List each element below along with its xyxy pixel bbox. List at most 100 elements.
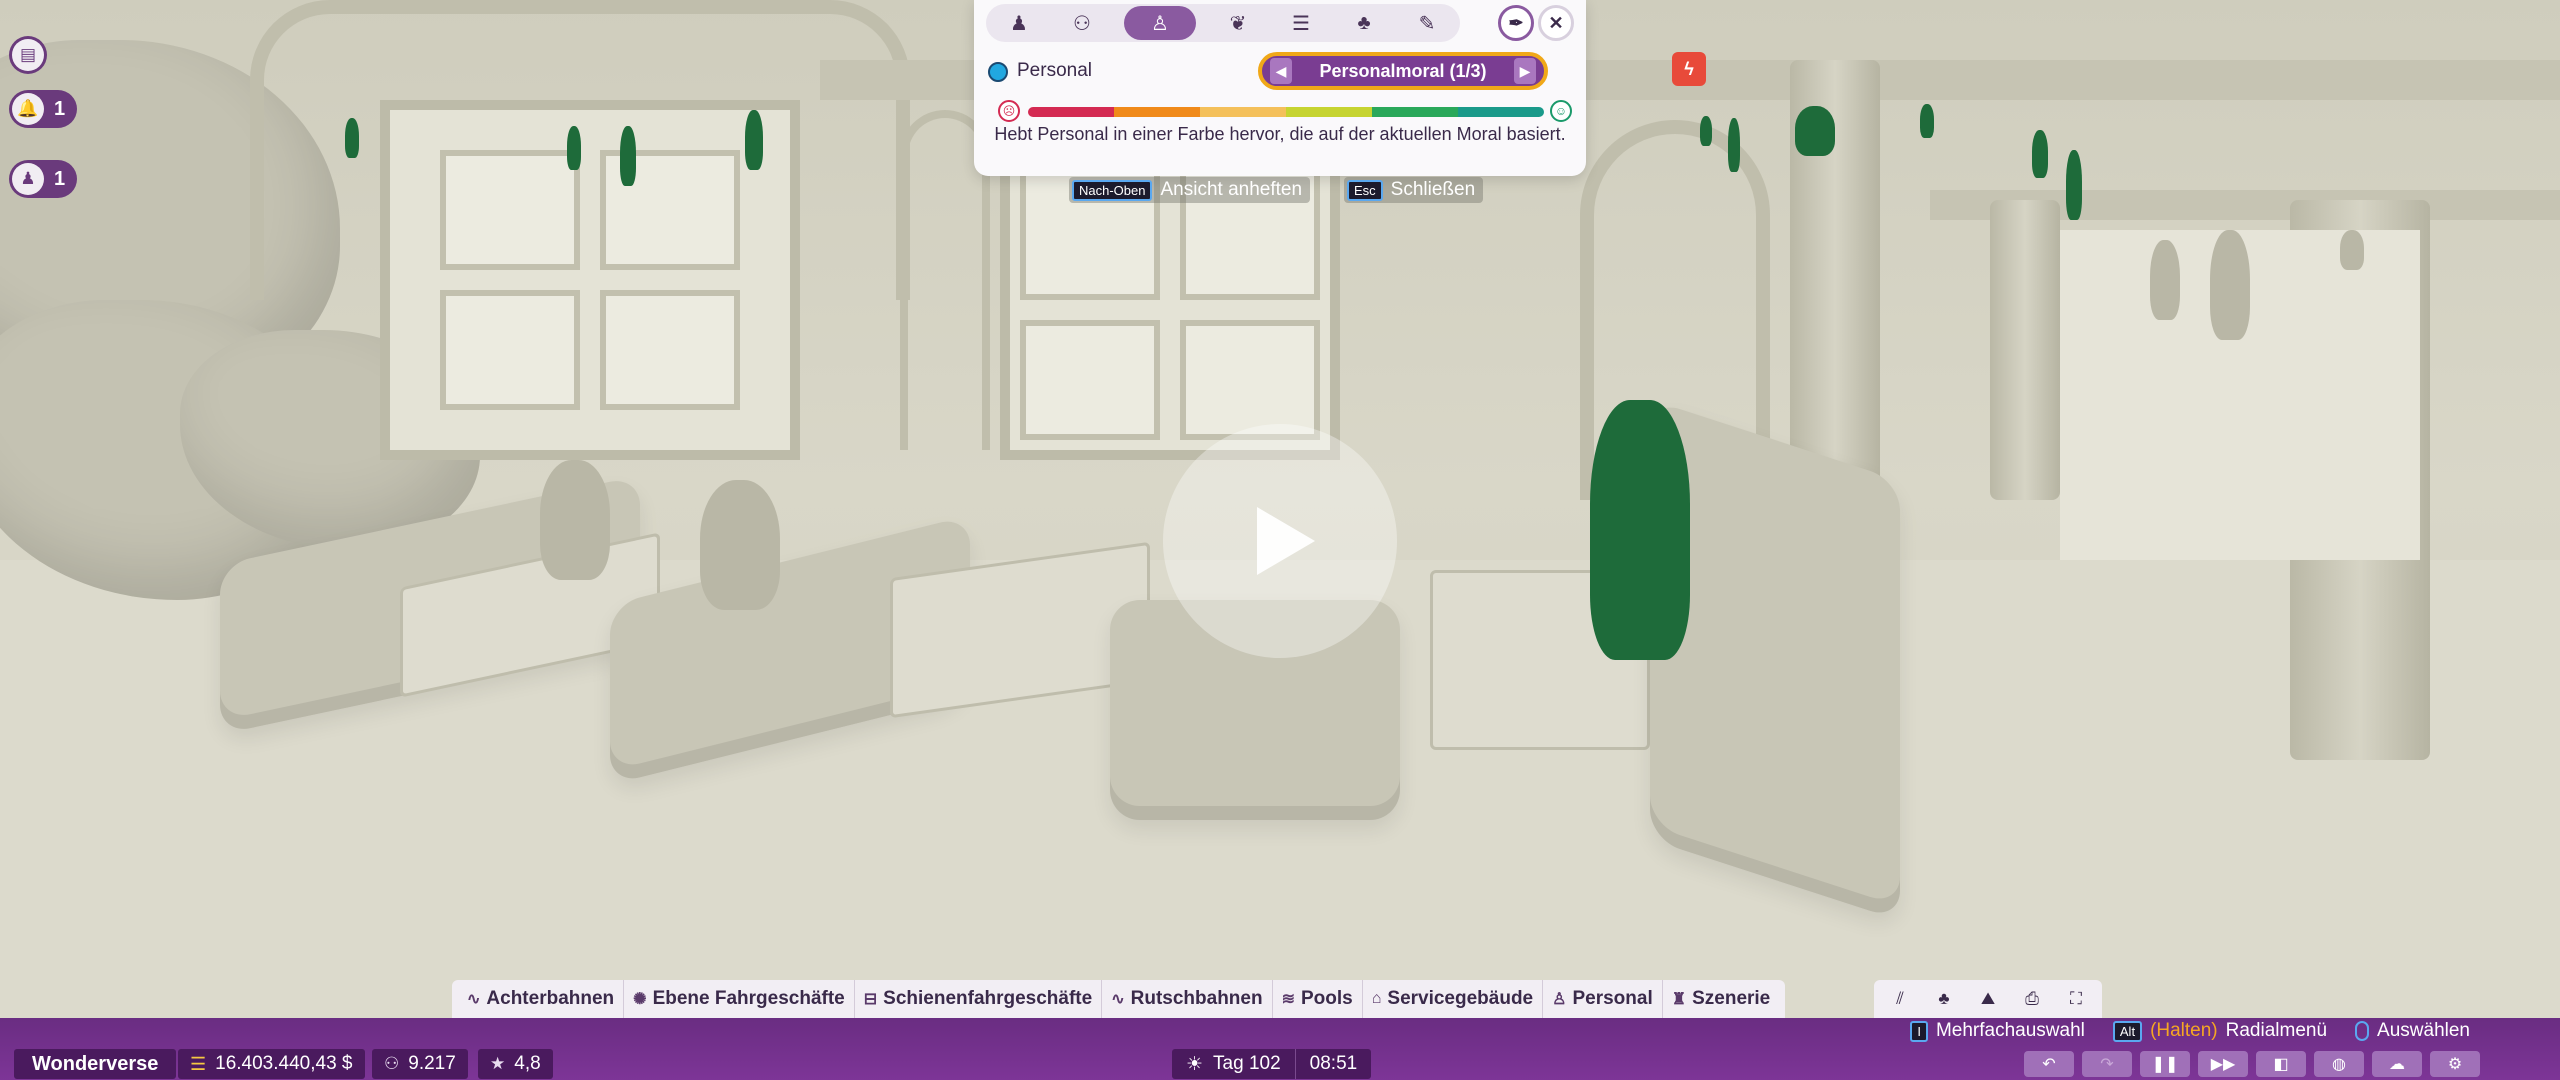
staff-member[interactable] <box>1795 106 1835 156</box>
scene-window-pane <box>440 290 580 410</box>
tree-tool[interactable]: ♣ <box>1924 984 1964 1014</box>
sad-face-icon: ☹ <box>998 100 1020 122</box>
tab-staff[interactable]: ♙ <box>1124 6 1196 40</box>
pin-hint-label: Ansicht anheften <box>1160 179 1303 200</box>
guest-figure <box>2150 240 2180 320</box>
pause-button[interactable]: ❚❚ <box>2140 1051 2190 1077</box>
scene-window-pane <box>440 150 580 270</box>
guests-display[interactable]: ⚇ 9.217 <box>372 1049 468 1079</box>
terrain-tool[interactable]: ⛰ <box>1968 984 2008 1014</box>
mouse-icon <box>2355 1021 2370 1041</box>
rating-display[interactable]: ★ 4,8 <box>478 1049 553 1079</box>
undo-button[interactable]: ↶ <box>2024 1051 2074 1077</box>
staff-icon: ♟ <box>12 163 44 195</box>
staff-member[interactable] <box>1920 104 1934 138</box>
staff-member[interactable] <box>745 110 763 170</box>
date-time-display[interactable]: ☀ Tag 102 08:51 <box>1172 1049 1372 1079</box>
world-button[interactable]: ◍ <box>2314 1051 2364 1077</box>
category-label: Achterbahnen <box>486 988 615 1009</box>
pin-button[interactable]: ✒ <box>1498 5 1534 41</box>
staff-member[interactable] <box>567 126 581 170</box>
coaster-icon: ∿ <box>467 991 481 1008</box>
scale-segment <box>1114 107 1200 117</box>
pin-icon: ✒ <box>1508 12 1524 33</box>
scale-segment <box>1028 107 1114 117</box>
category-flat-rides[interactable]: ✺ Ebene Fahrgeschäfte <box>624 980 855 1018</box>
tab-guest-highlight[interactable]: ♟ <box>998 6 1040 40</box>
guests-group-icon: ⚇ <box>1073 12 1091 35</box>
flat-ride-icon: ✺ <box>633 991 647 1008</box>
drops-icon: ❦ <box>1229 12 1247 35</box>
scene-window-pane <box>1020 320 1160 440</box>
staff-alerts-count: 1 <box>54 167 66 190</box>
multi-select-label: Mehrfachauswahl <box>1935 1020 2085 1041</box>
redo-button[interactable]: ↷ <box>2082 1051 2132 1077</box>
close-key: Esc <box>1347 179 1383 201</box>
tab-maintenance[interactable]: ✎ <box>1406 6 1448 40</box>
weather-button[interactable]: ☁ <box>2372 1051 2422 1077</box>
slide-icon: ∿ <box>1111 991 1125 1008</box>
radial-menu-hint: Alt (Halten) Radialmenü <box>2112 1020 2327 1042</box>
park-name[interactable]: Wonderverse <box>14 1049 177 1079</box>
category-slides[interactable]: ∿ Rutschbahnen <box>1102 980 1273 1018</box>
settings-button[interactable]: ⚙ <box>2430 1051 2480 1077</box>
camera-button[interactable]: ◧ <box>2256 1051 2306 1077</box>
staff-icon: ♙ <box>1552 991 1567 1008</box>
staff-member[interactable] <box>1590 400 1690 660</box>
tab-finance[interactable]: ☰ <box>1280 6 1322 40</box>
staff-member[interactable] <box>345 118 359 158</box>
money-display[interactable]: ☰ 16.403.440,43 $ <box>178 1049 365 1079</box>
tab-scenery[interactable]: ♣ <box>1343 6 1385 40</box>
guest-figure <box>540 460 610 580</box>
tab-cleanliness[interactable]: ❦ <box>1217 6 1259 40</box>
staff-alerts-button[interactable]: ♟ 1 <box>9 160 78 198</box>
play-icon <box>1257 507 1315 575</box>
category-shops[interactable]: ⌂ Servicegebäude <box>1363 980 1544 1018</box>
guest-figure <box>700 480 780 610</box>
guest-star-icon: ♟ <box>1010 12 1028 35</box>
chevron-right-icon[interactable]: ▶ <box>1514 58 1536 84</box>
tasks-button[interactable]: ▤ <box>9 36 47 74</box>
alert-badge[interactable]: ϟ <box>1672 52 1706 86</box>
category-staff[interactable]: ♙ Personal <box>1543 980 1663 1018</box>
legend-label: Personal <box>1017 60 1092 81</box>
heatmap-overlay-panel: ♟ ⚇ ♙ ❦ ☰ ♣ ✎ ✒ ✕ Personal ◀ Personalmor… <box>974 0 1586 176</box>
close-button[interactable]: ✕ <box>1538 5 1574 41</box>
expand-tool[interactable]: ⛶ <box>2056 984 2096 1014</box>
play-button[interactable] <box>1163 424 1397 658</box>
scene-window-pane <box>1180 320 1320 440</box>
category-track-rides[interactable]: ⊟ Schienenfahrgeschäfte <box>855 980 1103 1018</box>
staff-member[interactable] <box>1728 118 1740 172</box>
sun-icon: ☀ <box>1186 1053 1204 1075</box>
staff-member[interactable] <box>1700 116 1712 146</box>
tree-icon: ♣ <box>1357 11 1371 34</box>
staff-member[interactable] <box>2032 130 2048 178</box>
overlay-mode-selector[interactable]: ◀ Personalmoral (1/3) ▶ <box>1258 52 1548 90</box>
happy-face-icon: ☺ <box>1550 100 1572 122</box>
speed-button[interactable]: ▶▶ <box>2198 1051 2248 1077</box>
staff-member[interactable] <box>620 126 636 186</box>
path-tool[interactable]: ⫽ <box>1880 984 1920 1014</box>
money-value: 16.403.440,43 $ <box>215 1053 353 1074</box>
tab-guest-groups[interactable]: ⚇ <box>1061 6 1103 40</box>
select-hint: Auswählen <box>2355 1020 2470 1042</box>
fast-forward-icon: ▶▶ <box>2210 1056 2236 1073</box>
notifications-button[interactable]: 🔔 1 <box>9 90 78 128</box>
notifications-count: 1 <box>54 97 66 120</box>
category-pools[interactable]: ≋ Pools <box>1273 980 1363 1018</box>
overlay-description: Hebt Personal in einer Farbe hervor, die… <box>994 124 1566 144</box>
shortcut-hints: I Mehrfachauswahl Alt (Halten) Radialmen… <box>1910 1018 2470 1044</box>
scale-segment <box>1458 107 1544 117</box>
guest-figure <box>2210 230 2250 340</box>
coins-icon: ☰ <box>1292 12 1310 35</box>
weather-icon: ☁ <box>2389 1056 2405 1073</box>
category-label: Rutschbahnen <box>1130 988 1263 1009</box>
category-coasters[interactable]: ∿ Achterbahnen <box>458 980 625 1018</box>
blueprint-tool[interactable]: ⎙ <box>2012 984 2052 1014</box>
staff-member[interactable] <box>2066 150 2082 220</box>
category-scenery[interactable]: ♜ Szenerie <box>1663 980 1780 1018</box>
path-icon: ⫽ <box>1896 989 1904 1008</box>
build-tools-bar: ⫽ ♣ ⛰ ⎙ ⛶ <box>1874 980 2102 1018</box>
chevron-left-icon[interactable]: ◀ <box>1270 58 1292 84</box>
expand-icon: ⛶ <box>2070 989 2082 1008</box>
